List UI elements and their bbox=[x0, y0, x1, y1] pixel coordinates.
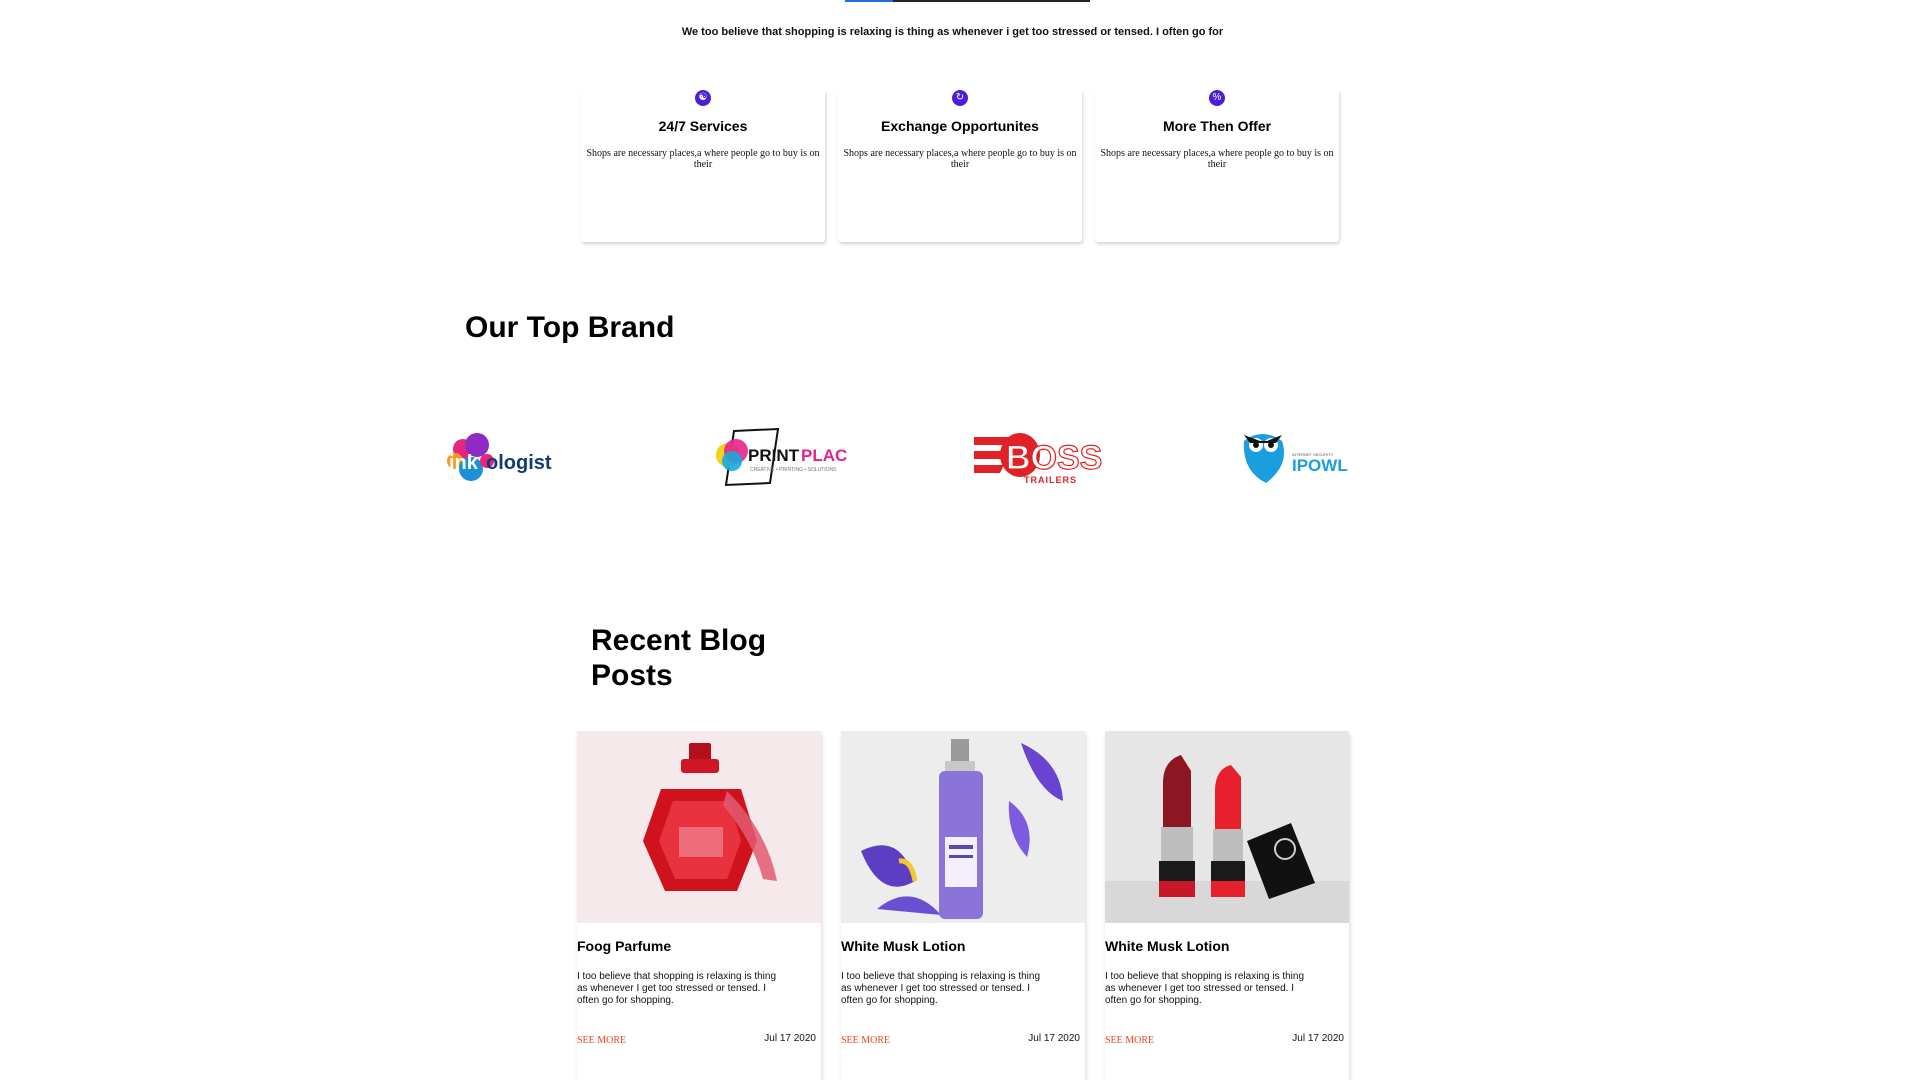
blog-date: Jul 17 2020 bbox=[1292, 1033, 1344, 1044]
white-musk-bottle-image[interactable] bbox=[841, 731, 1085, 923]
inkologist-logo[interactable]: ink ologist bbox=[443, 425, 561, 487]
percent-icon: % bbox=[1209, 90, 1225, 106]
service-description: Shops are necessary places,a where peopl… bbox=[586, 148, 820, 170]
see-more-link[interactable]: SEE MORE bbox=[1105, 1035, 1154, 1046]
svg-text:ologist: ologist bbox=[486, 452, 552, 474]
svg-text:ink: ink bbox=[449, 452, 479, 474]
blog-title: White Musk Lotion bbox=[841, 938, 966, 954]
service-description: Shops are necessary places,a where peopl… bbox=[843, 148, 1077, 170]
service-card-offer: % More Then Offer Shops are necessary pl… bbox=[1095, 90, 1339, 242]
svg-text:BOSS: BOSS bbox=[1006, 439, 1102, 477]
service-card-exchange: ↻ Exchange Opportunites Shops are necess… bbox=[838, 90, 1082, 242]
svg-text:IPOWL: IPOWL bbox=[1292, 456, 1348, 475]
blog-excerpt: I too believe that shopping is relaxing … bbox=[1105, 971, 1305, 1006]
service-title: 24/7 Services bbox=[658, 118, 748, 134]
blog-date: Jul 17 2020 bbox=[764, 1033, 816, 1044]
blog-excerpt: I too believe that shopping is relaxing … bbox=[577, 971, 777, 1006]
see-more-link[interactable]: SEE MORE bbox=[841, 1035, 890, 1046]
see-more-link[interactable]: SEE MORE bbox=[577, 1035, 626, 1046]
service-card-247: ☯ 24/7 Services Shops are necessary plac… bbox=[581, 90, 825, 242]
print-place-logo[interactable]: PRINT PLACE CREATIVE • PRINTING • SOLUTI… bbox=[708, 425, 848, 487]
svg-text:PRINT: PRINT bbox=[748, 446, 800, 465]
top-divider-accent bbox=[845, 0, 893, 2]
svg-text:PLACE: PLACE bbox=[801, 446, 848, 465]
hand-person-icon: ☯ bbox=[695, 90, 711, 106]
svg-text:TRAILERS: TRAILERS bbox=[1024, 475, 1077, 485]
svg-text:CREATIVE • PRINTING • SOLUTION: CREATIVE • PRINTING • SOLUTIONS bbox=[750, 467, 837, 473]
blog-excerpt: I too believe that shopping is relaxing … bbox=[841, 971, 1041, 1006]
exchange-icon: ↻ bbox=[952, 90, 968, 106]
blog-title: Foog Parfume bbox=[577, 938, 672, 954]
red-lipsticks-image[interactable] bbox=[1105, 731, 1349, 923]
blog-title: White Musk Lotion bbox=[1105, 938, 1230, 954]
service-title: More Then Offer bbox=[1162, 118, 1272, 134]
blog-heading: Recent Blog Posts bbox=[591, 624, 767, 692]
services-section: ☯ 24/7 Services Shops are necessary plac… bbox=[581, 90, 1339, 242]
ipowl-logo[interactable]: INTERNET SECURITY IPOWL bbox=[1238, 425, 1358, 487]
blog-card: White Musk Lotion I too believe that sho… bbox=[841, 731, 1085, 1080]
red-perfume-bottle-image[interactable] bbox=[577, 731, 821, 923]
blog-date: Jul 17 2020 bbox=[1028, 1033, 1080, 1044]
blog-card: Foog Parfume I too believe that shopping… bbox=[577, 731, 821, 1080]
service-title: Exchange Opportunites bbox=[881, 118, 1039, 134]
brands-heading: Our Top Brand bbox=[465, 311, 675, 344]
tagline-text: We too believe that shopping is relaxing… bbox=[681, 26, 1224, 38]
boss-trailers-logo[interactable]: BOSS TRAILERS bbox=[972, 425, 1112, 487]
blog-card: White Musk Lotion I too believe that sho… bbox=[1105, 731, 1349, 1080]
service-description: Shops are necessary places,a where peopl… bbox=[1100, 148, 1334, 170]
